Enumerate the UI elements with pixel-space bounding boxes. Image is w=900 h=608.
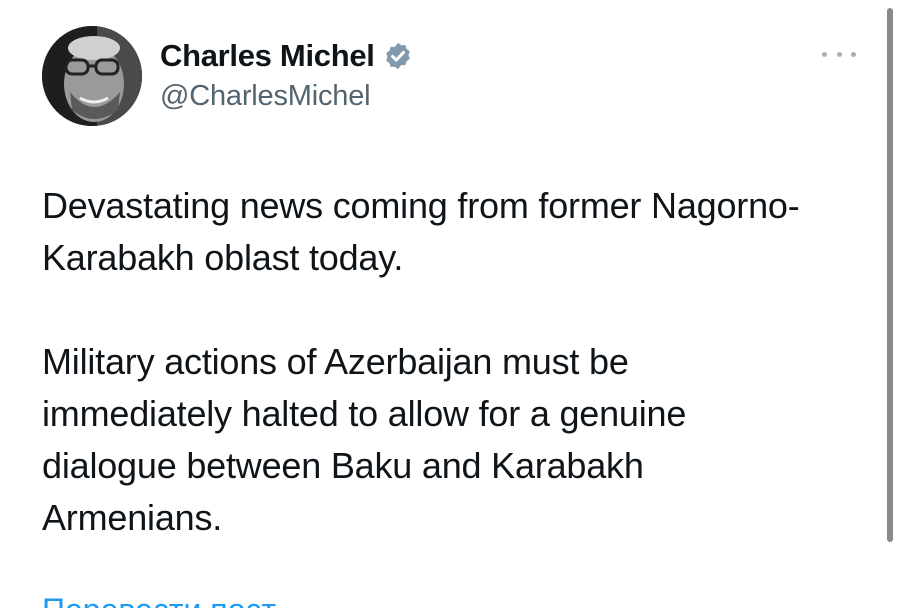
author-name-row: Charles Michel [160,36,413,76]
tweet-paragraph-2: Military actions of Azerbaijan must be i… [42,341,687,538]
author-display-name[interactable]: Charles Michel [160,38,375,74]
more-dot [836,51,842,57]
tweet-text: Devastating news coming from former Nago… [42,180,872,544]
more-options-icon[interactable] [822,46,856,62]
translate-post-link[interactable]: Перевести пост [42,592,276,608]
scrollbar[interactable] [887,8,893,542]
author-handle[interactable]: @CharlesMichel [160,80,371,113]
tweet-card: Charles Michel @CharlesMichel Devastatin… [0,0,900,608]
tweet-paragraph-1: Devastating news coming from former Nago… [42,185,800,278]
more-dot [822,51,827,57]
profile-photo [42,26,142,126]
verified-badge-icon[interactable] [383,41,413,71]
more-dot [851,51,856,57]
avatar[interactable] [42,26,142,126]
